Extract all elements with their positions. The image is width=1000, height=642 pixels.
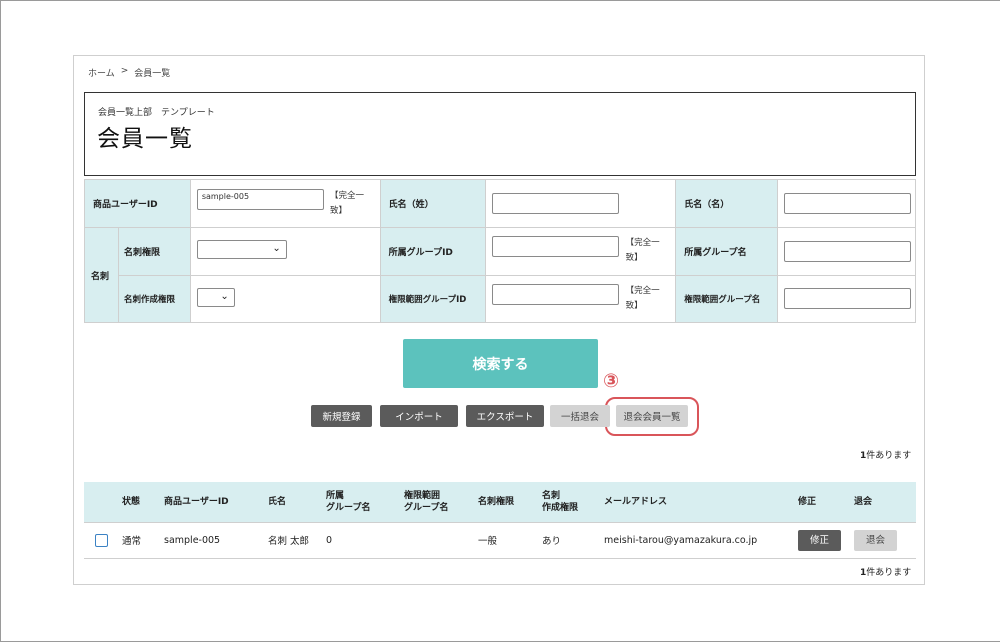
row-checkbox-cell (84, 522, 116, 559)
row-belong-group: 0 (320, 522, 398, 559)
last-name-input[interactable] (492, 193, 620, 214)
row-checkbox[interactable] (95, 533, 108, 547)
header-belong-line1: 所属 (326, 490, 345, 501)
card-create-permission-select[interactable]: ⌄ (196, 287, 235, 307)
import-button[interactable]: インポート (380, 405, 458, 427)
header-checkbox (84, 482, 116, 523)
range-group-id-input[interactable] (492, 283, 620, 305)
header-belong-line2: グループ名 (326, 502, 371, 513)
header-card-create-line2: 作成権限 (542, 502, 579, 513)
range-group-name-input[interactable] (783, 288, 911, 310)
card-permission-label: 名刺権限 (119, 228, 190, 276)
header-card-create: 名刺 作成権限 (536, 482, 598, 523)
header-name: 氏名 (262, 482, 320, 523)
result-count-unit: 件あります (866, 568, 912, 578)
breadcrumb-separator: > (120, 66, 129, 76)
last-name-cell (485, 179, 677, 228)
edit-button[interactable]: 修正 (798, 529, 842, 551)
annotation-number: ③ (602, 370, 620, 392)
header-subtitle: 会員一覧上部 テンプレート (98, 108, 215, 118)
first-name-input[interactable] (783, 193, 911, 214)
product-user-id-input[interactable]: sample-005 (196, 188, 324, 210)
first-name-label: 氏名（名） (675, 179, 778, 228)
header-status: 状態 (116, 482, 158, 523)
header-range-group: 権限範囲 グループ名 (398, 482, 472, 523)
header-card-permission: 名刺権限 (472, 482, 536, 523)
search-button[interactable]: 検索する (403, 339, 598, 388)
exact-match-note: 【完全一致】 (625, 285, 660, 311)
page-title: 会員一覧 (97, 126, 193, 152)
result-count-top: 1件あります (860, 448, 911, 461)
bulk-withdraw-button[interactable]: 一括退会 (550, 405, 610, 427)
breadcrumb-home-link[interactable]: ホーム (88, 66, 115, 79)
header-product-user-id: 商品ユーザーID (158, 482, 262, 523)
search-form: 商品ユーザーID sample-005 【完全一致】 氏名（姓） 氏名（名） 名… (84, 179, 917, 323)
range-group-id-label: 権限範囲グループID (379, 274, 487, 323)
header-box: 会員一覧上部 テンプレート 会員一覧 (84, 92, 916, 176)
row-range-group (398, 522, 472, 559)
belong-group-id-cell: 【完全一致】 (485, 227, 677, 276)
row-withdraw-cell: 退会 (848, 522, 916, 559)
row-status: 通常 (116, 522, 158, 559)
table-header-row: 状態 商品ユーザーID 氏名 所属 グループ名 権限範囲 グループ名 名刺権限 名刺… (84, 482, 916, 523)
row-email: meishi-tarou@yamazakura.co.jp (598, 522, 792, 559)
range-group-name-cell (776, 274, 917, 323)
row-card-create-permission: あり (536, 522, 598, 559)
withdraw-button[interactable]: 退会 (854, 529, 898, 551)
new-register-button[interactable]: 新規登録 (311, 405, 372, 427)
header-withdraw: 退会 (848, 482, 916, 523)
row-card-permission: 一般 (472, 522, 536, 559)
card-create-permission-cell: ⌄ (189, 274, 381, 323)
card-group-cell: 名刺 名刺権限 名刺作成権限 (84, 227, 191, 323)
card-group-label: 名刺 (85, 228, 119, 322)
card-permission-select[interactable]: ⌄ (196, 240, 287, 260)
card-create-permission-label: 名刺作成権限 (124, 294, 176, 305)
breadcrumb: ホーム > 会員一覧 (88, 66, 170, 79)
chevron-down-icon: ⌄ (272, 243, 281, 255)
belong-group-name-input[interactable] (783, 240, 911, 262)
belong-group-name-cell (776, 227, 917, 276)
belong-group-id-label: 所属グループID (379, 227, 487, 276)
header-belong-group: 所属 グループ名 (320, 482, 398, 523)
product-user-id-cell: sample-005 【完全一致】 (189, 179, 381, 228)
row-name: 名刺 太郎 (262, 522, 320, 559)
header-email: メールアドレス (598, 482, 792, 523)
row-product-user-id: sample-005 (158, 522, 262, 559)
header-card-create-line1: 名刺 (542, 490, 561, 501)
header-edit: 修正 (792, 482, 848, 523)
header-range-line2: グループ名 (404, 502, 449, 513)
last-name-label: 氏名（姓） (379, 179, 487, 228)
range-group-id-cell: 【完全一致】 (485, 274, 677, 323)
belong-group-name-label: 所属グループ名 (675, 227, 778, 276)
product-user-id-label: 商品ユーザーID (84, 179, 191, 228)
belong-group-id-input[interactable] (492, 236, 620, 258)
result-count-unit: 件あります (866, 451, 912, 461)
card-permission-cell: ⌄ (189, 227, 381, 276)
table-row: 通常 sample-005 名刺 太郎 0 一般 あり meishi-tarou… (84, 522, 916, 559)
row-edit-cell: 修正 (792, 522, 848, 559)
chevron-down-icon: ⌄ (220, 290, 229, 302)
export-button[interactable]: エクスポート (466, 405, 544, 427)
range-group-name-label: 権限範囲グループ名 (675, 274, 778, 323)
result-count-bottom: 1件あります (860, 565, 911, 578)
exact-match-note: 【完全一致】 (330, 190, 365, 216)
exact-match-note: 【完全一致】 (625, 238, 660, 264)
breadcrumb-current: 会員一覧 (134, 69, 171, 79)
first-name-cell (776, 179, 917, 228)
withdrawn-members-list-button[interactable]: 退会会員一覧 (616, 405, 688, 427)
header-range-line1: 権限範囲 (404, 490, 441, 501)
results-table: 状態 商品ユーザーID 氏名 所属 グループ名 権限範囲 グループ名 名刺権限 名刺… (84, 482, 916, 559)
